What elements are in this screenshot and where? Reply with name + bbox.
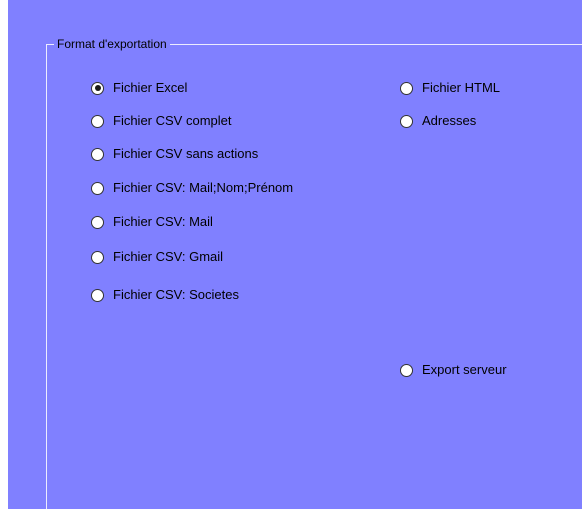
radio-label: Fichier CSV complet — [113, 113, 232, 128]
radio-option-fichier-csv-sans-actions[interactable]: Fichier CSV sans actions — [91, 144, 258, 164]
radio-option-fichier-csv-mail[interactable]: Fichier CSV: Mail — [91, 212, 213, 232]
radio-label: Fichier CSV sans actions — [113, 146, 259, 161]
radio-option-export-serveur[interactable]: Export serveur — [400, 360, 507, 380]
radio-label: Fichier CSV: Mail;Nom;Prénom — [113, 180, 294, 195]
radio-button[interactable] — [91, 114, 104, 128]
radio-option-fichier-csv-societes[interactable]: Fichier CSV: Societes — [91, 285, 239, 305]
radio-button[interactable] — [91, 81, 104, 95]
radio-button[interactable] — [400, 114, 413, 128]
radio-label: Fichier Excel — [113, 80, 188, 95]
radio-button[interactable] — [400, 81, 413, 95]
radio-label: Fichier CSV: Mail — [113, 214, 213, 229]
radio-label: Export serveur — [422, 362, 507, 377]
radio-button[interactable] — [91, 250, 104, 264]
radio-label: Fichier CSV: Gmail — [113, 249, 224, 264]
radio-option-fichier-csv-complet[interactable]: Fichier CSV complet — [91, 111, 231, 131]
radio-option-fichier-html[interactable]: Fichier HTML — [400, 78, 500, 98]
radio-label: Fichier CSV: Societes — [113, 287, 239, 302]
radio-label: Adresses — [422, 113, 477, 128]
radio-option-adresses[interactable]: Adresses — [400, 111, 476, 131]
radio-button[interactable] — [91, 147, 104, 161]
groupbox-title: Format d'exportation — [54, 36, 170, 52]
radio-option-fichier-excel[interactable]: Fichier Excel — [91, 78, 187, 98]
radio-option-fichier-csv-gmail[interactable]: Fichier CSV: Gmail — [91, 247, 223, 267]
radio-label: Fichier HTML — [422, 80, 501, 95]
radio-button[interactable] — [91, 181, 104, 195]
radio-button[interactable] — [400, 363, 413, 377]
radio-button[interactable] — [91, 288, 104, 302]
radio-button[interactable] — [91, 215, 104, 229]
radio-option-fichier-csv-mail-nom-prenom[interactable]: Fichier CSV: Mail;Nom;Prénom — [91, 178, 293, 198]
